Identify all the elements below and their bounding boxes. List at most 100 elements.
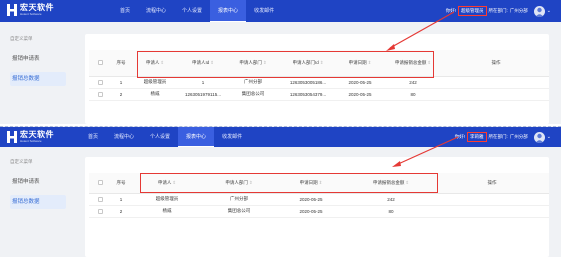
- dept-label: 所在部门:: [488, 8, 508, 13]
- logo[interactable]: 宏天软件 Hotent Software: [7, 4, 54, 16]
- nav-mail[interactable]: 收发邮件: [214, 127, 250, 147]
- nav-home[interactable]: 首页: [80, 127, 106, 147]
- cell-applicant: 超级管理员: [131, 193, 203, 206]
- col-applicant-dept[interactable]: 申请人部门⇕: [227, 50, 279, 77]
- col-index: 序号: [111, 50, 131, 77]
- nav-personal-settings[interactable]: 个人设置: [174, 0, 210, 22]
- cell-applicant-dept: 集团总公司: [203, 205, 275, 218]
- cell-actions: [435, 193, 549, 206]
- row-checkbox[interactable]: [89, 193, 111, 206]
- table-header-row: 序号 申请人⇕ 申请人Id⇕ 申请人部门⇕ 申请人部门Id⇕ 申请日期⇕ 申请报…: [89, 50, 549, 77]
- table-row: 1 超级管理员 1 广州分部 1263053005186... 2020-05-…: [89, 76, 549, 89]
- table-row: 2 杨威 1263051979115... 集团总公司 126305305437…: [89, 88, 549, 101]
- row-checkbox[interactable]: [89, 76, 111, 89]
- nav-report-center[interactable]: 报表中心: [178, 127, 215, 147]
- chevron-down-icon[interactable]: ⌄: [547, 134, 551, 140]
- avatar[interactable]: [533, 5, 545, 17]
- col-total-amount[interactable]: 申请报销总金额⇕: [383, 50, 443, 77]
- select-all-checkbox[interactable]: [89, 50, 111, 77]
- chevron-down-icon[interactable]: ⌄: [547, 8, 551, 14]
- data-table: 序号 申请人⇕ 申请人Id⇕ 申请人部门⇕ 申请人部门Id⇕ 申请日期⇕ 申请报…: [89, 50, 549, 101]
- brand-title: 宏天软件: [20, 3, 54, 12]
- greeting: 你好!: [454, 134, 466, 139]
- brand-subtitle: Hotent Software: [20, 139, 42, 143]
- col-apply-date[interactable]: 申请日期⇕: [337, 50, 383, 77]
- sidebar-title: 自定义菜单: [10, 36, 33, 41]
- table-row: 1 超级管理员 广州分部 2020-05-25 242: [89, 193, 549, 206]
- col-total-amount-label: 申请报销总金额: [394, 59, 427, 65]
- logo-mark-icon: [7, 4, 17, 16]
- sort-icon[interactable]: ⇕: [405, 180, 409, 185]
- sort-icon[interactable]: ⇕: [160, 60, 164, 65]
- cell-total-amount: 242: [347, 193, 435, 206]
- col-applicant[interactable]: 申请人⇕: [131, 173, 203, 194]
- col-applicant-label: 申请人: [145, 59, 160, 65]
- main-nav: 首页 流程中心 个人设置 报表中心 收发邮件: [112, 0, 282, 22]
- sort-icon[interactable]: ⇕: [263, 60, 267, 65]
- sort-icon[interactable]: ⇕: [320, 60, 324, 65]
- cell-index: 2: [111, 88, 131, 101]
- cell-index: 1: [111, 193, 131, 206]
- col-applicant-dept-label: 申请人部门: [239, 59, 262, 65]
- nav-process-center[interactable]: 流程中心: [106, 127, 142, 147]
- sort-icon[interactable]: ⇕: [368, 60, 372, 65]
- sort-icon[interactable]: ⇕: [249, 180, 253, 185]
- sort-icon[interactable]: ⇕: [427, 60, 431, 65]
- sort-icon[interactable]: ⇕: [172, 180, 176, 185]
- col-applicant-dept-id[interactable]: 申请人部门Id⇕: [279, 50, 337, 77]
- table-header-row: 序号 申请人⇕ 申请人部门⇕ 申请日期⇕ 申请报销总金额⇕ 操作: [89, 173, 549, 194]
- screenshot-panel-user: 宏天软件 Hotent Software 首页 流程中心 个人设置 报表中心 收…: [0, 126, 561, 257]
- row-checkbox[interactable]: [89, 88, 111, 101]
- user-name[interactable]: 超级管理员: [458, 6, 487, 16]
- logo[interactable]: 宏天软件 Hotent Software: [7, 131, 54, 143]
- sidebar-item-expense-summary[interactable]: 报销总数据: [10, 195, 66, 209]
- logo-mark-icon: [7, 131, 17, 143]
- nav-home[interactable]: 首页: [112, 0, 138, 22]
- sidebar-item-expense-form[interactable]: 报销申请表: [10, 52, 72, 66]
- cell-applicant-dept: 广州分部: [227, 76, 279, 89]
- cell-actions: [443, 76, 549, 89]
- data-table: 序号 申请人⇕ 申请人部门⇕ 申请日期⇕ 申请报销总金额⇕ 操作 1 超级管理员…: [89, 173, 549, 218]
- row-checkbox[interactable]: [89, 205, 111, 218]
- col-total-amount[interactable]: 申请报销总金额⇕: [347, 173, 435, 194]
- content-card: 序号 申请人⇕ 申请人部门⇕ 申请日期⇕ 申请报销总金额⇕ 操作 1 超级管理员…: [85, 157, 549, 257]
- avatar[interactable]: [533, 131, 545, 143]
- cell-actions: [443, 88, 549, 101]
- nav-report-center[interactable]: 报表中心: [210, 0, 247, 22]
- nav-process-center[interactable]: 流程中心: [138, 0, 174, 22]
- dept-name: 广州分部: [509, 134, 528, 139]
- cell-index: 1: [111, 76, 131, 89]
- table-row: 2 杨威 集团总公司 2020-05-25 80: [89, 205, 549, 218]
- cell-applicant: 超级管理员: [131, 76, 179, 89]
- sidebar-item-expense-form[interactable]: 报销申请表: [10, 175, 72, 189]
- sidebar-item-expense-summary[interactable]: 报销总数据: [10, 72, 66, 86]
- cell-total-amount: 242: [383, 76, 443, 89]
- col-applicant-dept-id-label: 申请人部门Id: [292, 59, 319, 65]
- cell-total-amount: 80: [347, 205, 435, 218]
- user-name[interactable]: 李莉雅: [467, 132, 487, 142]
- col-apply-date[interactable]: 申请日期⇕: [275, 173, 347, 194]
- cell-applicant-id: 1263051979115...: [179, 88, 227, 101]
- nav-personal-settings[interactable]: 个人设置: [142, 127, 178, 147]
- content-card: 序号 申请人⇕ 申请人Id⇕ 申请人部门⇕ 申请人部门Id⇕ 申请日期⇕ 申请报…: [85, 34, 549, 124]
- col-index: 序号: [111, 173, 131, 194]
- col-applicant-dept[interactable]: 申请人部门⇕: [203, 173, 275, 194]
- col-applicant-id[interactable]: 申请人Id⇕: [179, 50, 227, 77]
- sort-icon[interactable]: ⇕: [210, 60, 214, 65]
- screenshot-panel-admin: 宏天软件 Hotent Software 首页 流程中心 个人设置 报表中心 收…: [0, 0, 561, 124]
- select-all-checkbox[interactable]: [89, 173, 111, 194]
- user-area: 你好! 超级管理员 所在部门: 广州分部 ⌄: [446, 0, 551, 22]
- dept-label: 所在部门:: [488, 134, 508, 139]
- col-applicant-id-label: 申请人Id: [191, 59, 210, 65]
- brand-title: 宏天软件: [20, 130, 54, 139]
- sort-icon[interactable]: ⇕: [319, 180, 323, 185]
- col-actions: 操作: [443, 50, 549, 77]
- col-applicant[interactable]: 申请人⇕: [131, 50, 179, 77]
- nav-mail[interactable]: 收发邮件: [246, 0, 282, 22]
- cell-applicant-id: 1: [179, 76, 227, 89]
- cell-index: 2: [111, 205, 131, 218]
- cell-applicant-dept-id: 1263053054379...: [279, 88, 337, 101]
- col-applicant-dept-label: 申请人部门: [225, 179, 248, 185]
- cell-apply-date: 2020-05-25: [275, 193, 347, 206]
- cell-applicant: 杨威: [131, 205, 203, 218]
